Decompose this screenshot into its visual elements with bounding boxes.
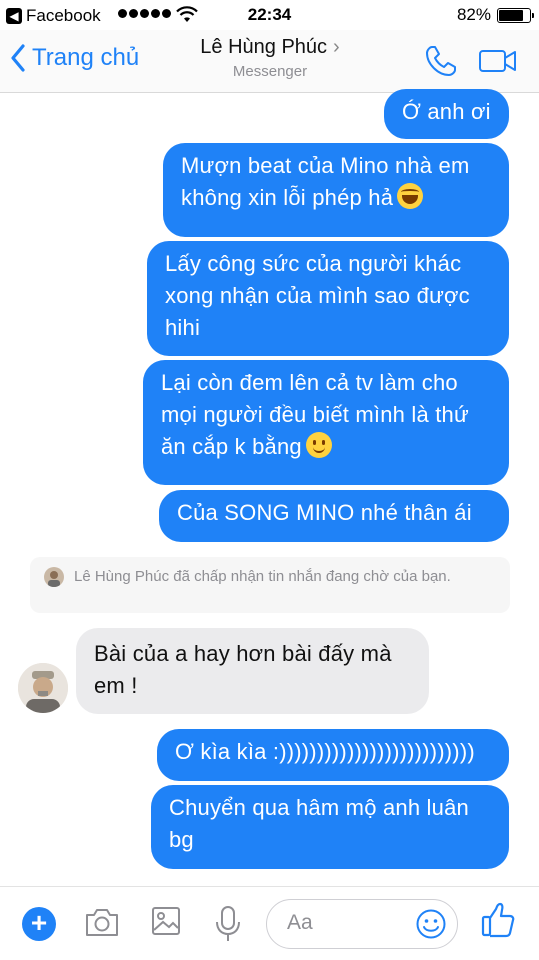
avatar xyxy=(44,567,64,587)
message-bubble-outgoing[interactable]: Ớ anh ơi xyxy=(384,89,509,139)
message-bubble-outgoing[interactable]: Lại còn đem lên cả tv làm cho mọi người … xyxy=(143,360,509,485)
message-text: Ơ kìa kìa :)))))))))))))))))))))))))) xyxy=(175,739,475,764)
thumbs-up-icon[interactable] xyxy=(480,901,516,939)
message-bubble-outgoing[interactable]: Chuyển qua hâm mộ anh luân bg xyxy=(151,785,509,869)
message-bubble-outgoing[interactable]: Ơ kìa kìa :)))))))))))))))))))))))))) xyxy=(157,729,509,781)
chevron-left-icon xyxy=(11,44,25,72)
message-bubble-outgoing[interactable]: Của SONG MINO nhé thân ái xyxy=(159,490,509,542)
contact-title[interactable]: Lê Hùng Phúc › Messenger xyxy=(150,36,390,80)
message-bubble-outgoing[interactable]: Mượn beat của Mino nhà em không xin lỗi … xyxy=(163,143,509,237)
back-label: Trang chủ xyxy=(32,44,140,71)
notice-text: Lê Hùng Phúc đã chấp nhận tin nhắn đang … xyxy=(74,568,451,585)
smile-emoji-icon xyxy=(305,431,332,458)
chevron-right-icon: › xyxy=(333,36,340,58)
video-camera-icon[interactable] xyxy=(478,48,518,74)
message-input-placeholder: Aa xyxy=(287,911,313,934)
message-composer: + Aa xyxy=(0,886,539,960)
message-text: Của SONG MINO nhé thân ái xyxy=(177,500,472,525)
conversation-header: Trang chủ Lê Hùng Phúc › Messenger xyxy=(0,30,539,93)
message-text: Mượn beat của Mino nhà em không xin lỗi … xyxy=(181,153,470,210)
header-subtitle: Messenger xyxy=(232,63,308,80)
message-text: Bài của a hay hơn bài đấy mà em ! xyxy=(94,641,392,698)
back-button[interactable]: Trang chủ xyxy=(10,44,139,72)
plus-icon[interactable]: + xyxy=(22,907,56,941)
image-icon[interactable] xyxy=(150,905,182,937)
accepted-request-notice: Lê Hùng Phúc đã chấp nhận tin nhắn đang … xyxy=(30,557,510,613)
status-bar: ◀ Facebook 22:34 82% xyxy=(0,0,539,30)
message-bubble-outgoing[interactable]: Lấy công sức của người khác xong nhận củ… xyxy=(147,241,509,356)
laugh-emoji-icon xyxy=(397,182,424,209)
contact-name: Lê Hùng Phúc xyxy=(200,36,328,58)
battery-percent: 82% xyxy=(456,5,491,24)
emoji-icon[interactable] xyxy=(415,908,447,940)
message-text: Chuyển qua hâm mộ anh luân bg xyxy=(169,795,469,852)
message-input[interactable]: Aa xyxy=(266,899,458,949)
phone-icon[interactable] xyxy=(424,44,458,78)
message-text: Lấy công sức của người khác xong nhận củ… xyxy=(165,251,470,340)
contact-avatar[interactable] xyxy=(18,663,68,713)
battery-icon xyxy=(497,8,534,23)
message-bubble-incoming[interactable]: Bài của a hay hơn bài đấy mà em ! xyxy=(76,628,429,714)
microphone-icon[interactable] xyxy=(214,905,242,943)
message-text: Ớ anh ơi xyxy=(402,99,491,124)
camera-icon[interactable] xyxy=(84,905,120,939)
